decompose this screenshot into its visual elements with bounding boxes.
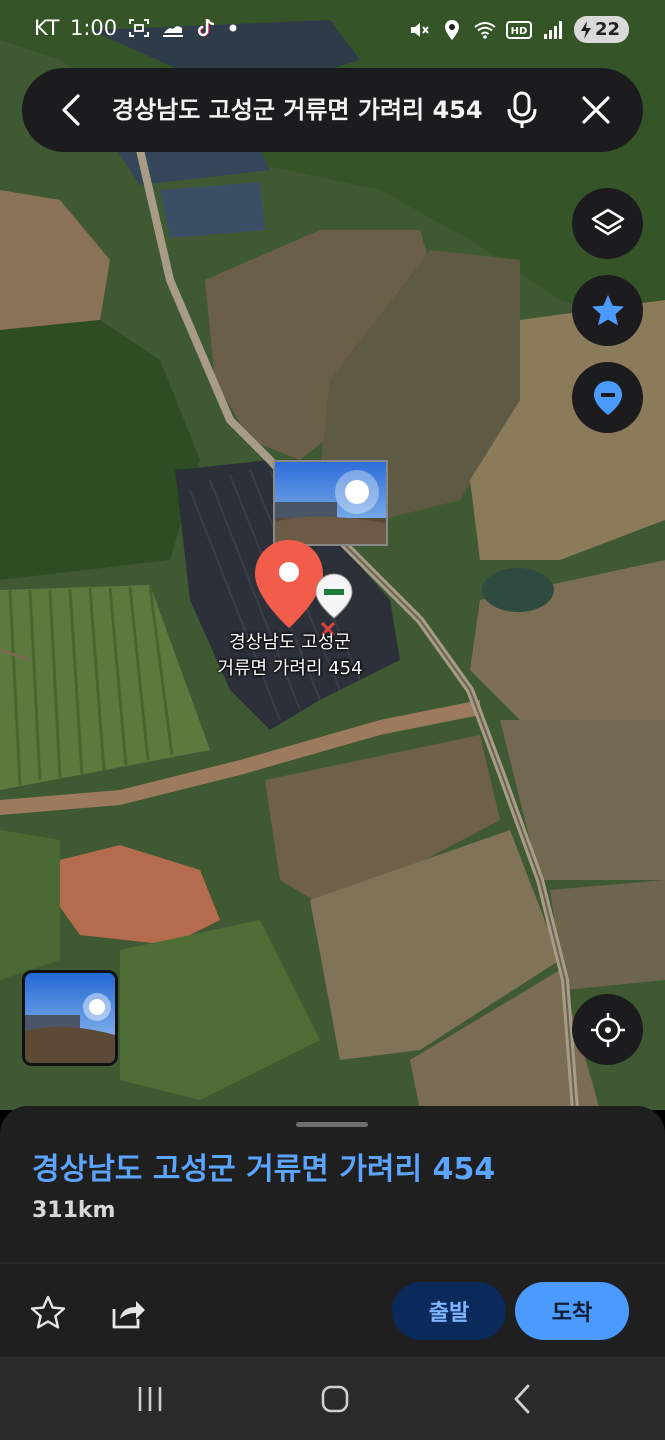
satellite-map[interactable]: 경상남도 고성군 거류면 가려리 454 (0, 0, 665, 1110)
mic-icon[interactable] (500, 88, 544, 132)
share-icon[interactable] (108, 1293, 148, 1333)
system-nav-bar (0, 1357, 665, 1440)
place-distance: 311km (32, 1198, 116, 1223)
battery-charging-icon (580, 20, 591, 39)
carrier-label: KT (34, 16, 60, 40)
mute-icon (410, 22, 429, 37)
my-location-icon (590, 1012, 625, 1047)
favorites-button[interactable] (572, 275, 643, 346)
place-bottom-sheet[interactable]: 경상남도 고성군 거류면 가려리 454 311km 출발 도착 (0, 1106, 665, 1357)
dot-icon (229, 24, 237, 32)
divider (0, 1262, 665, 1264)
marker-minus-icon[interactable] (314, 572, 354, 622)
roadview-thumbnail[interactable] (273, 460, 388, 546)
depart-button[interactable]: 출발 (392, 1282, 506, 1340)
map-imagery (0, 0, 665, 1110)
search-query[interactable]: 경상남도 고성군 거류면 가려리 454 (112, 90, 492, 130)
battery-level: 22 (594, 19, 620, 40)
home-icon[interactable] (315, 1379, 355, 1419)
layers-button[interactable] (572, 188, 643, 259)
star-icon (591, 294, 624, 325)
back-icon[interactable] (52, 90, 92, 130)
svg-text:HD: HD (511, 26, 528, 37)
back-nav-icon[interactable] (503, 1379, 543, 1419)
weather-icon (163, 26, 184, 37)
recents-icon[interactable] (130, 1379, 170, 1419)
search-bar[interactable]: 경상남도 고성군 거류면 가려리 454 (22, 68, 643, 152)
star-outline-icon[interactable] (28, 1293, 68, 1333)
pin-icon (593, 380, 622, 415)
layers-icon (591, 208, 624, 235)
close-icon[interactable] (576, 90, 616, 130)
location-icon (444, 19, 459, 40)
marker-label-line1: 경상남도 고성군 (229, 632, 351, 653)
roadview-button[interactable] (22, 970, 118, 1066)
arrive-button[interactable]: 도착 (515, 1282, 629, 1340)
sheet-drag-handle[interactable] (296, 1122, 368, 1127)
clock: 1:00 (69, 16, 118, 40)
signal-icon (543, 20, 562, 39)
battery-indicator: 22 (573, 16, 629, 43)
status-bar: KT 1:00 HD 22 (0, 0, 665, 62)
screenshot-icon (129, 19, 150, 37)
saved-place-button[interactable] (572, 362, 643, 433)
wifi-icon (474, 21, 496, 39)
tiktok-icon (197, 19, 215, 37)
marker-label-line2: 거류면 가려리 454 (217, 658, 363, 679)
hd-icon: HD (505, 20, 532, 39)
marker-label: 경상남도 고성군 거류면 가려리 454 (190, 630, 390, 682)
my-location-button[interactable] (572, 994, 643, 1065)
place-title: 경상남도 고성군 거류면 가려리 454 (32, 1152, 496, 1187)
